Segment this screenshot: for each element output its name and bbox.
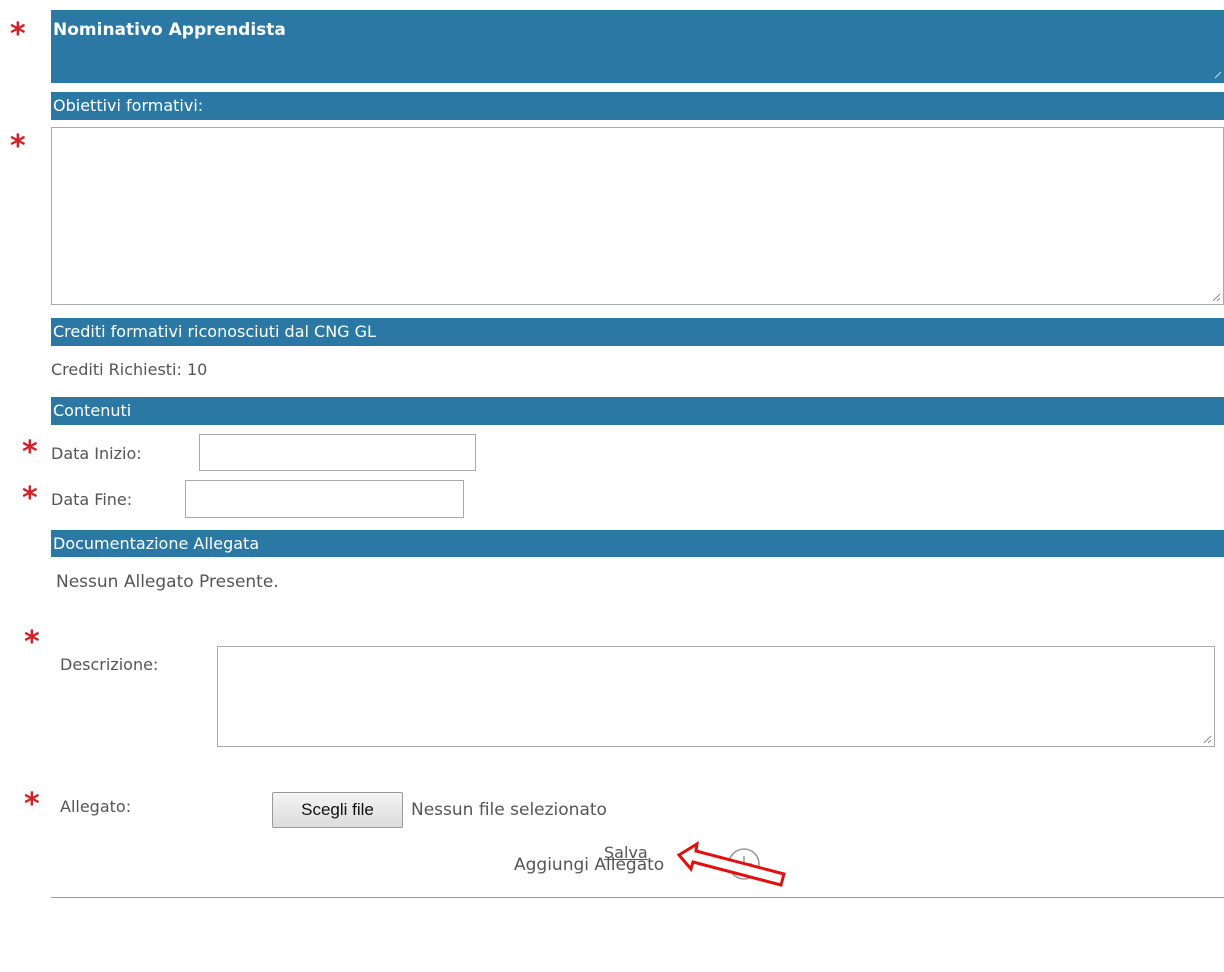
required-marker: * — [10, 17, 26, 52]
apprentice-name-title: Nominativo Apprendista — [53, 20, 286, 40]
required-marker: * — [10, 129, 26, 164]
objectives-textarea[interactable] — [51, 127, 1224, 305]
start-date-input[interactable] — [199, 434, 476, 471]
objectives-section-header: Obiettivi formativi: — [51, 92, 1224, 120]
contents-section-title: Contenuti — [53, 401, 132, 420]
contents-section-header: Contenuti — [51, 397, 1224, 425]
required-marker: * — [24, 625, 40, 660]
apprentice-name-header: Nominativo Apprendista — [51, 10, 1224, 83]
description-textarea[interactable] — [217, 646, 1215, 747]
no-file-selected-text: Nessun file selezionato — [411, 800, 607, 820]
divider — [51, 897, 1224, 898]
end-date-input[interactable] — [185, 480, 464, 518]
resize-grip-icon — [1214, 71, 1222, 79]
credits-required-text: Crediti Richiesti: 10 — [51, 360, 208, 379]
save-link[interactable]: Salva — [604, 843, 648, 862]
required-marker: * — [22, 481, 38, 516]
choose-file-button[interactable]: Scegli file — [272, 792, 403, 828]
credits-section-header: Crediti formativi riconosciuti dal CNG G… — [51, 318, 1224, 346]
required-marker: * — [22, 435, 38, 470]
objectives-label: Obiettivi formativi: — [53, 96, 204, 115]
resize-grip-icon[interactable] — [1203, 735, 1212, 744]
docs-section-header: Documentazione Allegata — [51, 530, 1224, 557]
description-label: Descrizione: — [60, 655, 159, 674]
start-date-label: Data Inizio: — [51, 444, 142, 463]
resize-grip-icon[interactable] — [1212, 293, 1221, 302]
credits-section-title: Crediti formativi riconosciuti dal CNG G… — [53, 322, 376, 341]
docs-section-title: Documentazione Allegata — [53, 534, 260, 553]
no-attachments-text: Nessun Allegato Presente. — [56, 572, 279, 592]
end-date-label: Data Fine: — [51, 490, 133, 509]
required-marker: * — [24, 787, 40, 822]
attachment-label: Allegato: — [60, 797, 132, 816]
red-arrow-icon — [676, 841, 786, 887]
